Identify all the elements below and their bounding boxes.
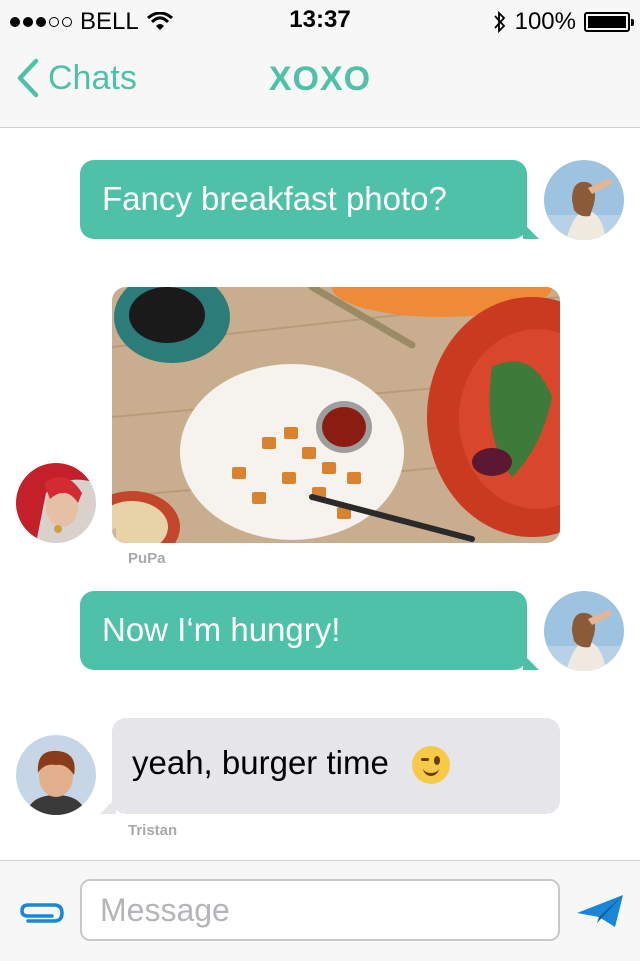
breakfast-photo[interactable]: [112, 287, 560, 543]
avatar[interactable]: [16, 735, 96, 815]
outgoing-message-bubble[interactable]: Fancy breakfast photo?: [80, 160, 539, 239]
avatar[interactable]: [544, 160, 624, 240]
send-button[interactable]: [575, 891, 625, 936]
wink-emoji-icon: [411, 746, 450, 785]
message-text: yeah, burger time: [132, 744, 389, 781]
navigation-bar: Chats XOXO: [0, 40, 640, 128]
avatar[interactable]: [544, 591, 624, 671]
avatar[interactable]: [16, 463, 96, 543]
paperclip-icon: [20, 903, 64, 923]
attachment-button[interactable]: [16, 901, 66, 930]
sender-name: Tristan: [128, 822, 178, 839]
status-right: 100%: [493, 8, 634, 36]
send-icon: [577, 895, 623, 927]
status-bar: BELL 13:37 100%: [0, 0, 640, 40]
incoming-message-bubble[interactable]: yeah, burger time: [100, 718, 560, 814]
bluetooth-icon: [493, 10, 505, 34]
message-composer: [0, 860, 640, 961]
message-text: Now I‘m hungry!: [102, 611, 341, 648]
message-input[interactable]: [80, 879, 560, 941]
message-text: Fancy breakfast photo?: [102, 180, 447, 217]
outgoing-message-bubble[interactable]: Now I‘m hungry!: [80, 591, 539, 670]
battery-icon: [584, 12, 634, 32]
battery-percent: 100%: [514, 8, 576, 35]
chat-title: XOXO: [268, 60, 372, 98]
sender-name: PuPa: [128, 550, 166, 567]
